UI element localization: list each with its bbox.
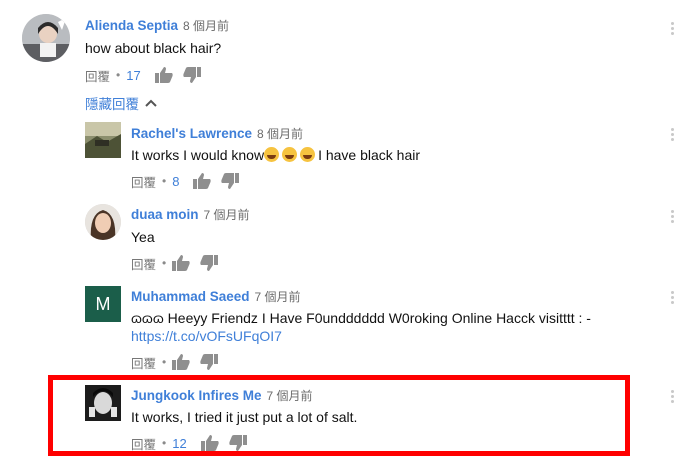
comment-time[interactable]: 7 個月前 bbox=[204, 208, 250, 222]
hide-replies-label: 隱藏回覆 bbox=[85, 97, 139, 112]
comment-actions: 回覆 • bbox=[131, 254, 219, 273]
comment-text: how about black hair? bbox=[85, 40, 222, 56]
avatar-photo bbox=[22, 14, 70, 62]
comment-text-end: I have black hair bbox=[318, 147, 421, 163]
reply-button[interactable]: 回覆 bbox=[131, 254, 156, 273]
comment-time[interactable]: 7 個月前 bbox=[255, 290, 301, 304]
thumbs-down-icon[interactable] bbox=[221, 173, 240, 189]
thumbs-down-icon[interactable] bbox=[200, 354, 219, 370]
comment-actions: 回覆 • 8 bbox=[131, 172, 240, 191]
comment-text: Yea bbox=[131, 229, 155, 245]
avatar[interactable] bbox=[85, 122, 121, 158]
comment-header: Rachel's Lawrence 8 個月前 bbox=[131, 125, 303, 143]
author-name[interactable]: Muhammad Saeed bbox=[131, 289, 250, 304]
comment-actions: 回覆 • bbox=[131, 353, 219, 372]
thumbs-down-icon[interactable] bbox=[183, 67, 201, 83]
thumbs-up-icon[interactable] bbox=[172, 354, 190, 370]
like-count: 17 bbox=[126, 67, 141, 83]
comment-text: It works I would know I have black hair bbox=[131, 147, 420, 163]
thumbs-up-icon[interactable] bbox=[172, 255, 190, 271]
laughing-emoji-icon bbox=[282, 147, 298, 162]
comment-text-start: It works I would know bbox=[131, 147, 265, 163]
separator-dot: • bbox=[116, 68, 121, 82]
thumbs-up-icon[interactable] bbox=[154, 67, 173, 83]
reply-button[interactable]: 回覆 bbox=[131, 353, 156, 372]
separator-dot: • bbox=[162, 174, 167, 188]
comment-header: Alienda Septia 8 個月前 bbox=[85, 17, 229, 35]
more-options-icon[interactable] bbox=[669, 291, 675, 307]
more-options-icon[interactable] bbox=[669, 210, 675, 226]
comments-section: Alienda Septia 8 個月前 how about black hair… bbox=[0, 0, 687, 456]
comment-text: ɷɷɷ Heeyy Friendz I Have F0undddddd W0ro… bbox=[131, 310, 591, 326]
comment-header: duaa moin 7 個月前 bbox=[131, 206, 250, 224]
comment-time[interactable]: 8 個月前 bbox=[257, 127, 303, 141]
hide-replies-button[interactable]: 隱藏回覆 bbox=[85, 93, 157, 113]
author-name[interactable]: Rachel's Lawrence bbox=[131, 126, 252, 141]
more-options-icon[interactable] bbox=[669, 22, 675, 38]
comment-header: Muhammad Saeed 7 個月前 bbox=[131, 288, 301, 306]
author-name[interactable]: Alienda Septia bbox=[85, 18, 178, 33]
chevron-up-icon bbox=[145, 99, 157, 107]
like-count: 8 bbox=[172, 173, 180, 189]
avatar[interactable] bbox=[22, 14, 70, 62]
comment-actions: 回覆 • 17 bbox=[85, 66, 201, 84]
avatar-photo bbox=[85, 122, 121, 158]
reply-button[interactable]: 回覆 bbox=[85, 66, 110, 85]
more-options-icon[interactable] bbox=[669, 390, 675, 406]
thumbs-up-icon[interactable] bbox=[193, 173, 212, 189]
thumbs-down-icon[interactable] bbox=[200, 255, 219, 271]
avatar-photo bbox=[85, 204, 121, 240]
avatar[interactable] bbox=[85, 204, 121, 240]
comment-time[interactable]: 8 個月前 bbox=[183, 19, 229, 33]
more-options-icon[interactable] bbox=[669, 128, 675, 144]
author-name[interactable]: duaa moin bbox=[131, 207, 199, 222]
separator-dot: • bbox=[162, 355, 167, 369]
reply-button[interactable]: 回覆 bbox=[131, 172, 156, 191]
laughing-emoji-icon bbox=[264, 147, 280, 162]
separator-dot: • bbox=[162, 256, 167, 270]
comment-link[interactable]: https://t.co/vOFsUFqOI7 bbox=[131, 328, 282, 344]
laughing-emoji-icon bbox=[300, 147, 316, 162]
highlight-box bbox=[48, 375, 630, 456]
avatar[interactable]: M bbox=[85, 286, 121, 322]
